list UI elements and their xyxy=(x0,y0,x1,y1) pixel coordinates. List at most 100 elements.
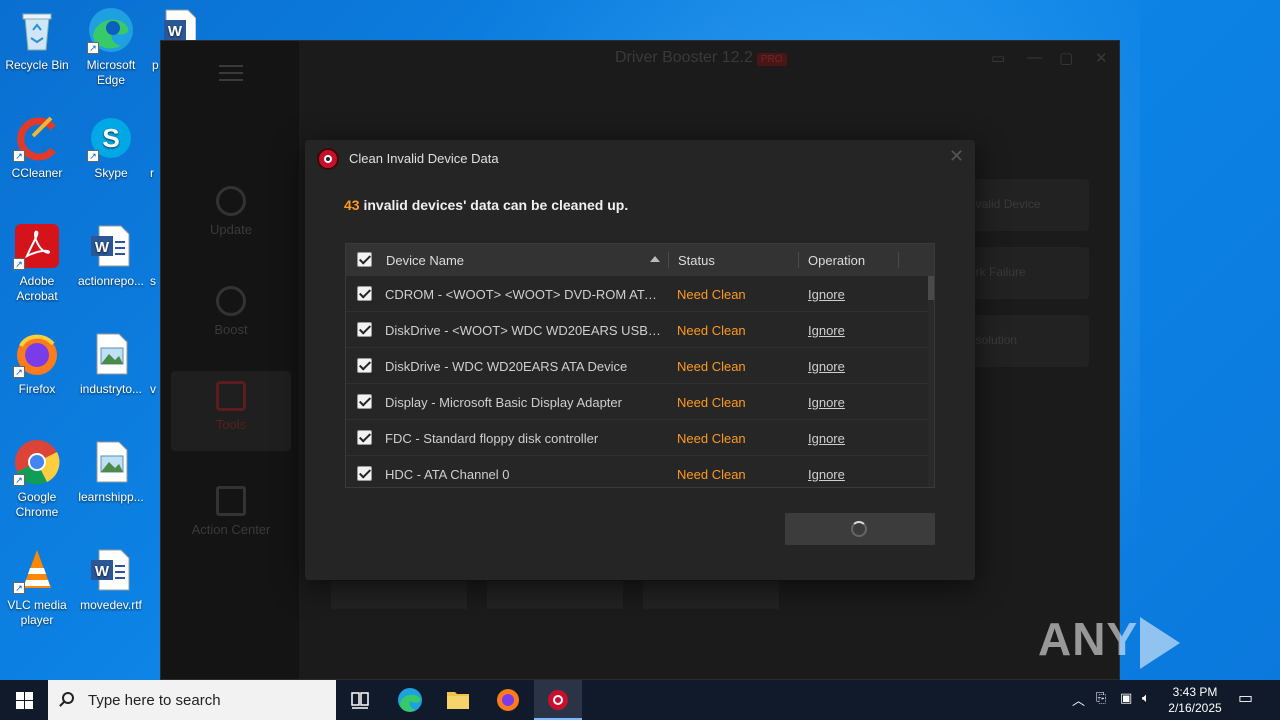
show-hidden-icons-chevron-icon[interactable]: ︿ xyxy=(1072,690,1085,709)
ignore-link[interactable]: Ignore xyxy=(808,467,845,482)
clean-now-button[interactable] xyxy=(785,513,935,545)
tool-card[interactable]: esolution xyxy=(959,315,1089,367)
desktop-icon-learnshipp[interactable]: learnshipp... xyxy=(74,438,148,505)
column-device-name[interactable]: Device Name xyxy=(386,253,464,268)
nav-update[interactable]: Update xyxy=(171,176,291,256)
feedback-icon[interactable]: ▭ xyxy=(991,49,1005,67)
tool-tile[interactable] xyxy=(643,581,779,609)
device-name: Display - Microsoft Basic Display Adapte… xyxy=(385,395,622,410)
dialog-close-icon[interactable]: ✕ xyxy=(949,146,964,167)
search-placeholder: Type here to search xyxy=(88,692,221,709)
table-row[interactable]: Display - Microsoft Basic Display Adapte… xyxy=(346,384,928,420)
dialog-title: Clean Invalid Device Data xyxy=(349,151,499,166)
start-button[interactable] xyxy=(0,680,48,720)
desktop-icon-microsoft-edge[interactable]: ↗ Microsoft Edge xyxy=(74,6,148,88)
device-status: Need Clean xyxy=(677,467,746,482)
taskbar-file-explorer[interactable] xyxy=(434,680,482,720)
volume-icon[interactable]: 🔈︎ xyxy=(1142,690,1150,706)
tool-tile[interactable] xyxy=(331,581,467,609)
select-all-checkbox[interactable] xyxy=(357,252,372,267)
table-row[interactable]: DiskDrive - WDC WD20EARS ATA Device Need… xyxy=(346,348,928,384)
sort-ascending-icon[interactable] xyxy=(650,256,660,262)
desktop-icon-adobe-acrobat[interactable]: ↗ Adobe Acrobat xyxy=(0,222,74,304)
column-operation[interactable]: Operation xyxy=(808,253,865,268)
ignore-link[interactable]: Ignore xyxy=(808,323,845,338)
desktop-icon-actionrepo[interactable]: W actionrepo... xyxy=(74,222,148,289)
shortcut-arrow-icon: ↗ xyxy=(13,474,25,486)
desktop-icon-firefox[interactable]: ↗ Firefox xyxy=(0,330,74,397)
ignore-link[interactable]: Ignore xyxy=(808,359,845,374)
tool-card[interactable]: nvalid Device xyxy=(959,179,1089,231)
svg-text:W: W xyxy=(95,239,110,256)
row-checkbox[interactable] xyxy=(357,430,372,445)
svg-text:W: W xyxy=(168,23,183,40)
desktop-icon-recycle-bin[interactable]: Recycle Bin xyxy=(0,6,74,73)
tool-tile[interactable] xyxy=(487,581,623,609)
taskbar-firefox[interactable] xyxy=(484,680,532,720)
image-file-icon xyxy=(87,438,135,486)
desktop-icon-industryto[interactable]: industryto... xyxy=(74,330,148,397)
device-status: Need Clean xyxy=(677,359,746,374)
network-icon[interactable]: ▣ xyxy=(1120,690,1132,706)
network-device-icon[interactable]: ⎘ xyxy=(1096,690,1106,706)
scrollbar-thumb[interactable] xyxy=(928,276,934,300)
close-icon[interactable]: ✕ xyxy=(1095,49,1108,67)
row-checkbox[interactable] xyxy=(357,394,372,409)
row-checkbox[interactable] xyxy=(357,322,372,337)
desktop-icon-label: Skype xyxy=(94,166,128,180)
shortcut-arrow-icon: ↗ xyxy=(13,582,25,594)
shortcut-arrow-icon: ↗ xyxy=(13,366,25,378)
desktop-icon-movedev[interactable]: W movedev.rtf xyxy=(74,546,148,613)
minimize-icon[interactable]: — xyxy=(1027,49,1042,66)
task-view-icon xyxy=(351,692,369,709)
nav-tools[interactable]: Tools xyxy=(171,371,291,451)
ignore-link[interactable]: Ignore xyxy=(808,287,845,302)
search-icon xyxy=(62,692,74,704)
desktop-icon-label: Firefox xyxy=(18,382,56,396)
nav-action-center[interactable]: Action Center xyxy=(171,476,291,556)
nav-label: Action Center xyxy=(191,522,271,537)
desktop-icon-google-chrome[interactable]: ↗ Google Chrome xyxy=(0,438,74,520)
row-checkbox[interactable] xyxy=(357,358,372,373)
nav-label: Boost xyxy=(214,322,248,337)
maximize-icon[interactable]: ▢ xyxy=(1059,49,1073,67)
image-file-icon xyxy=(87,330,135,378)
ignore-link[interactable]: Ignore xyxy=(808,395,845,410)
desktop-icon-ccleaner[interactable]: ↗ CCleaner xyxy=(0,114,74,181)
desktop-icon-vlc[interactable]: ↗ VLC media player xyxy=(0,546,74,628)
tool-card[interactable]: ork Failure xyxy=(959,247,1089,299)
shortcut-arrow-icon: ↗ xyxy=(13,258,25,270)
task-view-button[interactable] xyxy=(336,680,384,720)
loading-spinner-icon xyxy=(851,521,867,537)
row-checkbox[interactable] xyxy=(357,286,372,301)
taskbar-driver-booster[interactable] xyxy=(534,680,582,720)
ccleaner-icon: ↗ xyxy=(13,114,61,162)
desktop-icon-skype[interactable]: S ↗ Skype xyxy=(74,114,148,181)
desktop-icon-label: CCleaner xyxy=(11,166,63,180)
ignore-link[interactable]: Ignore xyxy=(808,431,845,446)
taskbar-edge[interactable] xyxy=(386,680,434,720)
row-checkbox[interactable] xyxy=(357,466,372,481)
vlc-cone-icon: ↗ xyxy=(13,546,61,594)
nav-boost[interactable]: Boost xyxy=(171,276,291,356)
table-row[interactable]: CDROM - <WOOT> <WOOT> DVD-ROM ATA Device… xyxy=(346,276,928,312)
table-scrollbar[interactable] xyxy=(928,276,934,487)
device-status: Need Clean xyxy=(677,323,746,338)
folder-icon xyxy=(447,692,469,709)
table-row[interactable]: DiskDrive - <WOOT> WDC WD20EARS USB Devi… xyxy=(346,312,928,348)
speedometer-icon xyxy=(216,286,246,316)
notifications-icon[interactable]: ▭ xyxy=(1238,688,1253,708)
table-row[interactable]: HDC - ATA Channel 0 Need Clean Ignore xyxy=(346,456,928,487)
shortcut-arrow-icon: ↗ xyxy=(87,42,99,54)
hamburger-menu-icon[interactable] xyxy=(219,65,243,86)
table-row[interactable]: FDC - Standard floppy disk controller Ne… xyxy=(346,420,928,456)
clean-invalid-device-dialog: Clean Invalid Device Data ✕ 43 invalid d… xyxy=(305,140,975,580)
play-triangle-icon xyxy=(1140,616,1181,669)
desktop-icon-label: Recycle Bin xyxy=(5,58,69,72)
column-status[interactable]: Status xyxy=(678,253,715,268)
taskbar-search-box[interactable]: Type here to search xyxy=(48,680,336,720)
taskbar-clock[interactable]: 3:43 PM 2/16/2025 xyxy=(1160,684,1230,716)
svg-text:W: W xyxy=(95,563,110,580)
table-header: Device Name Status Operation xyxy=(346,244,934,276)
word-document-icon: W xyxy=(87,222,135,270)
